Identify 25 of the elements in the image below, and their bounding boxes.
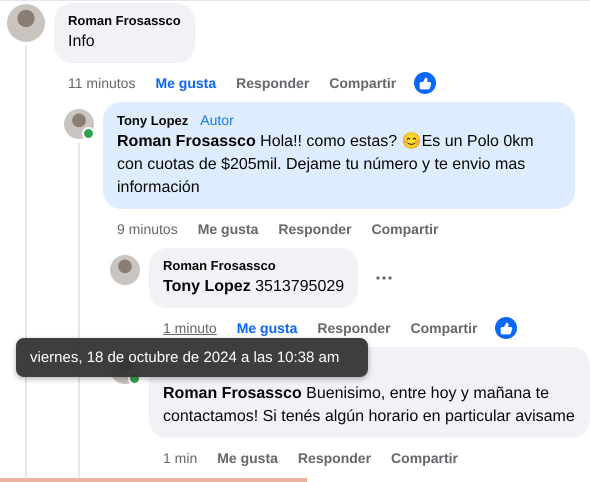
reply-link[interactable]: Responder <box>278 221 352 237</box>
share-link[interactable]: Compartir <box>329 75 396 91</box>
like-link[interactable]: Me gusta <box>236 320 298 336</box>
share-link[interactable]: Compartir <box>372 221 438 237</box>
reply-link[interactable]: Responder <box>317 320 391 336</box>
author-label: Autor <box>200 111 234 129</box>
comment-time[interactable]: 11 minutos <box>68 75 136 91</box>
share-link[interactable]: Compartir <box>410 320 478 336</box>
comment-text: Tony Lopez 3513795029 <box>163 277 344 297</box>
comment-time[interactable]: 1 minuto <box>163 320 217 336</box>
timestamp-tooltip: viernes, 18 de octubre de 2024 a las 10:38 am <box>16 338 368 377</box>
share-link[interactable]: Compartir <box>391 450 458 466</box>
comment-author[interactable]: Roman Frosassco <box>68 12 181 30</box>
comment-time[interactable]: 1 min <box>163 450 198 466</box>
like-link[interactable]: Me gusta <box>217 450 278 466</box>
reply-link[interactable]: Responder <box>298 450 372 466</box>
comment-text: Roman Frosassco Buenisimo, entre hoy y mañana te contactamos! Si tenés algún horario en particular avisame <box>163 384 576 427</box>
comment-text: Roman Frosassco Hola!! como estas? 😊Es un Polo 0km con cuotas de $205mil. Dejame tu número y te envio mas información <box>117 131 535 198</box>
like-link[interactable]: Me gusta <box>198 221 258 237</box>
comment-text: Info <box>68 32 96 52</box>
comment-author[interactable]: Tony Lopez <box>117 112 188 130</box>
comment-author[interactable]: Roman Frosassco <box>163 257 276 275</box>
reply-link[interactable]: Responder <box>236 75 310 91</box>
like-link[interactable]: Me gusta <box>155 75 216 91</box>
comment-time[interactable]: 9 minutos <box>117 221 178 237</box>
